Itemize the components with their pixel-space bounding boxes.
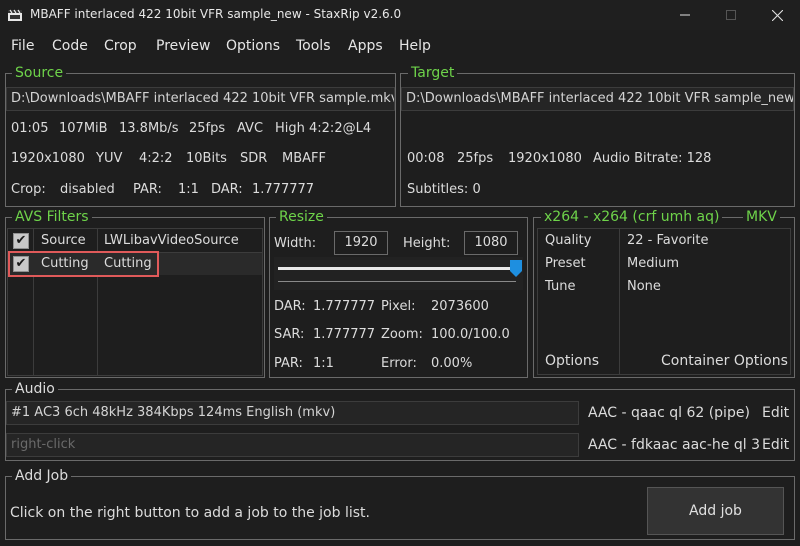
source-fps: 25fps bbox=[189, 121, 226, 136]
resize-dar-label: DAR: bbox=[274, 299, 306, 314]
target-group-label: Target bbox=[408, 65, 458, 81]
audio-track-1-field[interactable]: #1 AC3 6ch 48kHz 384Kbps 124ms English (… bbox=[6, 401, 579, 425]
encoder-preset-key: Preset bbox=[545, 256, 586, 271]
resize-label: Resize bbox=[276, 209, 327, 225]
encoder-preset-value[interactable]: Medium bbox=[627, 256, 679, 271]
filter-source-category[interactable]: Source bbox=[41, 233, 86, 248]
target-subtitles: Subtitles: 0 bbox=[407, 182, 481, 197]
encoder-tune-value[interactable]: None bbox=[627, 279, 661, 294]
source-colorspace: YUV bbox=[96, 151, 123, 166]
maximize-button[interactable] bbox=[708, 0, 754, 30]
source-dar-label: DAR: bbox=[211, 182, 243, 197]
source-duration: 01:05 bbox=[11, 121, 49, 136]
audio-track-1-edit-link[interactable]: Edit bbox=[762, 405, 789, 421]
resize-error-value: 0.00% bbox=[431, 356, 473, 371]
menu-preview[interactable]: Preview bbox=[156, 38, 211, 54]
source-size: 107MiB bbox=[59, 121, 108, 136]
target-fps: 25fps bbox=[457, 151, 494, 166]
target-path-field[interactable]: D:\Downloads\MBAFF interlaced 422 10bit … bbox=[401, 87, 794, 111]
source-bitrate: 13.8Mb/s bbox=[119, 121, 179, 136]
menu-code[interactable]: Code bbox=[52, 38, 88, 54]
target-resolution: 1920x1080 bbox=[508, 151, 582, 166]
container-options-link[interactable]: Container Options bbox=[661, 353, 788, 369]
source-bitdepth: 10Bits bbox=[186, 151, 227, 166]
source-crop-label: Crop: bbox=[11, 182, 46, 197]
container-label[interactable]: MKV bbox=[743, 209, 780, 225]
source-crop-value: disabled bbox=[60, 182, 115, 197]
source-resolution: 1920x1080 bbox=[11, 151, 85, 166]
audio-track-2-profile-link[interactable]: AAC - fdkaac aac-he ql 3 bbox=[588, 437, 760, 453]
resize-slider[interactable] bbox=[274, 257, 523, 290]
minimize-icon bbox=[680, 14, 690, 16]
encoder-tune-key: Tune bbox=[545, 279, 576, 294]
menu-tools[interactable]: Tools bbox=[296, 38, 331, 54]
audio-label: Audio bbox=[12, 381, 58, 397]
audio-track-1-profile-link[interactable]: AAC - qaac ql 62 (pipe) bbox=[588, 405, 750, 421]
window-title: MBAFF interlaced 422 10bit VFR sample_ne… bbox=[30, 7, 402, 21]
resize-zoom-value: 100.0/100.0 bbox=[431, 327, 510, 342]
menu-apps[interactable]: Apps bbox=[348, 38, 383, 54]
height-label: Height: bbox=[403, 236, 451, 251]
resize-error-label: Error: bbox=[381, 356, 417, 371]
resize-sar-value: 1.777777 bbox=[313, 327, 376, 342]
resize-pixel-value: 2073600 bbox=[431, 299, 489, 314]
encoder-options-link[interactable]: Options bbox=[545, 353, 599, 369]
add-job-hint: Click on the right button to add a job t… bbox=[10, 505, 370, 521]
source-profile: High 4:2:2@L4 bbox=[275, 121, 372, 136]
source-dar-value: 1.777777 bbox=[252, 182, 315, 197]
minimize-button[interactable] bbox=[662, 0, 708, 30]
resize-par-value: 1:1 bbox=[313, 356, 334, 371]
source-hdr: SDR bbox=[240, 151, 268, 166]
resize-slider-thumb[interactable] bbox=[510, 260, 522, 277]
add-job-button[interactable]: Add job bbox=[647, 487, 784, 535]
avs-filters-label: AVS Filters bbox=[12, 209, 92, 225]
source-chroma: 4:2:2 bbox=[139, 151, 173, 166]
resize-sar-label: SAR: bbox=[274, 327, 305, 342]
menu-help[interactable]: Help bbox=[399, 38, 431, 54]
menu-file[interactable]: File bbox=[11, 38, 34, 54]
maximize-icon bbox=[726, 10, 736, 20]
menu-crop[interactable]: Crop bbox=[104, 38, 137, 54]
title-bar: MBAFF interlaced 422 10bit VFR sample_ne… bbox=[0, 0, 800, 30]
target-duration: 00:08 bbox=[407, 151, 445, 166]
source-scan: MBAFF bbox=[282, 151, 326, 166]
source-path-field[interactable]: D:\Downloads\MBAFF interlaced 422 10bit … bbox=[6, 87, 395, 111]
filter-source-checkbox[interactable]: ✔ bbox=[13, 233, 29, 249]
height-input[interactable]: 1080 bbox=[464, 231, 518, 255]
resize-slider-track bbox=[278, 267, 516, 270]
close-icon bbox=[771, 9, 783, 21]
resize-pixel-label: Pixel: bbox=[381, 299, 416, 314]
close-button[interactable] bbox=[754, 0, 800, 30]
menu-options[interactable]: Options bbox=[226, 38, 280, 54]
encoder-label[interactable]: x264 - x264 (crf umh aq) bbox=[541, 209, 723, 225]
resize-dar-value: 1.777777 bbox=[313, 299, 376, 314]
source-codec: AVC bbox=[237, 121, 264, 136]
resize-par-label: PAR: bbox=[274, 356, 303, 371]
resize-slider-ticks bbox=[278, 281, 516, 282]
audio-track-2-field[interactable]: right-click bbox=[6, 433, 579, 457]
target-audio-bitrate: Audio Bitrate: 128 bbox=[593, 151, 712, 166]
encoder-grid-divider bbox=[619, 229, 620, 374]
highlight-box bbox=[8, 251, 159, 277]
source-group-label: Source bbox=[12, 65, 67, 81]
add-job-label: Add Job bbox=[12, 468, 72, 484]
encoder-quality-value[interactable]: 22 - Favorite bbox=[627, 233, 708, 248]
source-par-value: 1:1 bbox=[178, 182, 199, 197]
filter-source-name[interactable]: LWLibavVideoSource bbox=[104, 233, 239, 248]
source-par-label: PAR: bbox=[133, 182, 162, 197]
app-icon bbox=[8, 9, 22, 21]
width-input[interactable]: 1920 bbox=[334, 231, 388, 255]
audio-track-2-edit-link[interactable]: Edit bbox=[762, 437, 789, 453]
encoder-quality-key: Quality bbox=[545, 233, 592, 248]
width-label: Width: bbox=[274, 236, 317, 251]
resize-zoom-label: Zoom: bbox=[381, 327, 423, 342]
